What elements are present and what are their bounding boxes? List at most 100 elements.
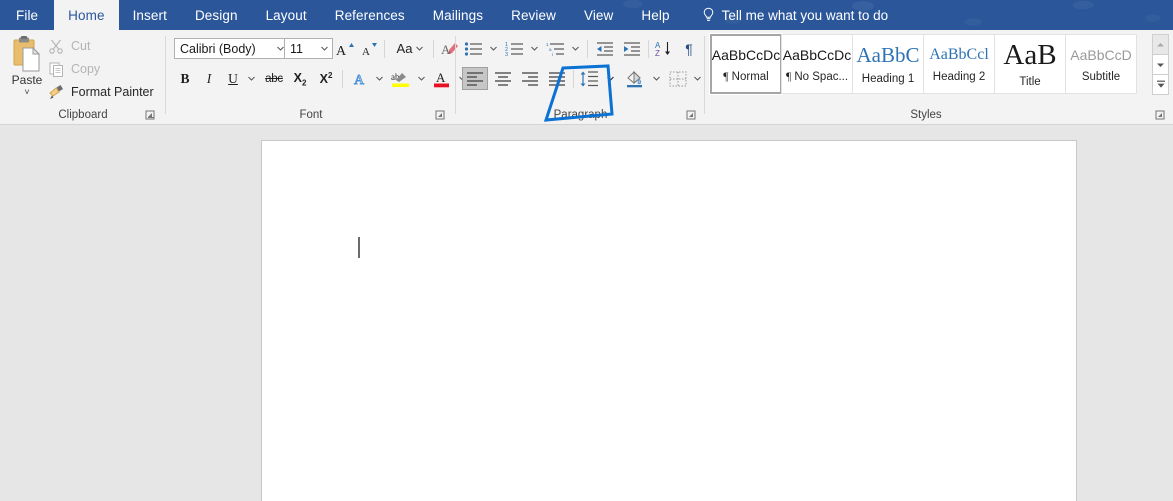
document-page[interactable] [261,140,1077,501]
style-normal[interactable]: AaBbCcDc ¶ Normal [709,33,783,95]
sort-button[interactable]: A Z [652,37,676,60]
text-highlight-button[interactable]: ab [388,68,414,90]
style-title[interactable]: AaB Title [994,34,1066,94]
font-family-value: Calibri (Body) [180,41,256,56]
format-painter-button[interactable]: Format Painter [48,82,154,102]
style-heading-1[interactable]: AaBbC Heading 1 [852,34,924,94]
borders-button[interactable] [666,67,690,90]
bullets-button[interactable] [462,37,486,60]
bold-button[interactable]: B [174,68,196,90]
style-no-spacing[interactable]: AaBbCcDc ¶ No Spac... [781,34,853,94]
numbering-dropdown[interactable] [526,37,542,60]
paragraph-dialog-launcher[interactable] [685,109,697,121]
line-spacing-dropdown[interactable] [602,67,618,90]
underline-label: U [228,71,238,86]
tell-me-search[interactable]: Tell me what you want to do [702,0,888,30]
underline-dropdown[interactable] [243,68,259,90]
tab-review-label: Review [511,7,556,23]
text-effects-dropdown[interactable] [371,68,387,90]
styles-scroll-up-button[interactable] [1153,35,1168,55]
multilevel-list-button[interactable]: 1 a i [544,37,568,60]
font-dialog-launcher[interactable] [434,109,446,121]
show-formatting-marks-button[interactable]: ¶ [678,37,700,60]
font-family-combo[interactable]: Calibri (Body) [174,38,289,59]
styles-more-button[interactable] [1153,75,1168,94]
tab-references[interactable]: References [321,0,419,30]
paste-caret-icon[interactable]: ˅ [24,88,29,97]
subscript-button[interactable]: X2 [288,68,312,90]
ribbon-group-font: Calibri (Body) 11 A A Aa A B I U abc X2 … [166,30,466,124]
font-color-button[interactable]: A [430,68,454,90]
tab-mailings-label: Mailings [432,7,484,23]
cut-button[interactable]: Cut [48,36,90,56]
paragraph-divider-3 [573,70,574,88]
pilcrow-icon: ¶ [685,40,693,57]
tab-review[interactable]: Review [497,0,570,30]
change-case-button[interactable]: Aa [390,37,430,60]
style-preview: AaBbCcl [929,46,989,63]
text-highlight-dropdown[interactable] [413,68,429,90]
tab-view[interactable]: View [570,0,627,30]
copy-button[interactable]: Copy [48,59,100,79]
align-center-button[interactable] [490,67,516,90]
document-canvas [0,131,1173,501]
justify-button[interactable] [544,67,570,90]
shrink-font-button[interactable]: A [357,37,381,60]
chevron-down-icon [247,75,255,83]
align-right-button[interactable] [517,67,543,90]
tab-mailings[interactable]: Mailings [419,0,497,30]
font-size-combo[interactable]: 11 [284,38,333,59]
chevron-down-icon [417,75,425,83]
tab-layout[interactable]: Layout [252,0,321,30]
tab-home[interactable]: Home [54,0,119,30]
lightbulb-icon [702,7,715,23]
svg-text:i: i [552,52,553,57]
shading-dropdown[interactable] [648,67,664,90]
tab-design[interactable]: Design [181,0,252,30]
decrease-indent-button[interactable] [592,37,618,60]
style-subtitle[interactable]: AaBbCcD Subtitle [1065,34,1137,94]
text-effects-button[interactable]: A [348,68,372,90]
grow-font-button[interactable]: A [333,37,357,60]
clipboard-dialog-launcher[interactable] [144,109,156,121]
italic-label: I [206,71,212,86]
chevron-down-icon [489,45,497,53]
borders-dropdown[interactable] [689,67,705,90]
paste-button[interactable]: Paste ˅ [6,34,48,110]
numbering-button[interactable]: 1 2 3 [503,37,527,60]
strikethrough-button[interactable]: abc [261,68,287,90]
strikethrough-label: abc [265,73,283,85]
chevron-down-icon [606,75,614,83]
group-label-clipboard: Clipboard [58,109,108,121]
multilevel-list-dropdown[interactable] [567,37,583,60]
group-label-font: Font [299,109,323,121]
line-and-paragraph-spacing-button[interactable] [576,67,602,90]
superscript-label: X2 [319,71,333,87]
align-left-button[interactable] [462,67,488,90]
tab-insert[interactable]: Insert [119,0,181,30]
font-size-value: 11 [290,41,303,56]
increase-indent-button[interactable] [619,37,645,60]
style-preview: AaBbCcDc [711,47,781,63]
shading-button[interactable] [622,67,648,90]
ribbon-group-paragraph: 1 2 3 1 a i A Z ¶ Paragraph [456,30,705,124]
style-label: Heading 2 [932,71,986,83]
chevron-down-icon[interactable] [317,39,332,58]
style-preview: AaBbCcD [1070,47,1132,63]
styles-dialog-launcher[interactable] [1154,109,1166,121]
scissors-icon [48,38,65,55]
tab-insert-label: Insert [132,7,167,23]
styles-scroll-down-button[interactable] [1153,55,1168,75]
style-heading-2[interactable]: AaBbCcl Heading 2 [923,34,995,94]
svg-text:3: 3 [505,52,508,57]
tab-help[interactable]: Help [627,0,683,30]
tab-file[interactable]: File [0,0,54,30]
underline-button[interactable]: U [222,68,244,90]
copy-label: Copy [71,62,101,76]
superscript-button[interactable]: X2 [314,68,338,90]
tab-home-label: Home [68,7,105,23]
paste-label: Paste [11,73,43,87]
italic-button[interactable]: I [198,68,220,90]
bullets-dropdown[interactable] [485,37,501,60]
style-label: ¶ Normal [723,71,769,83]
